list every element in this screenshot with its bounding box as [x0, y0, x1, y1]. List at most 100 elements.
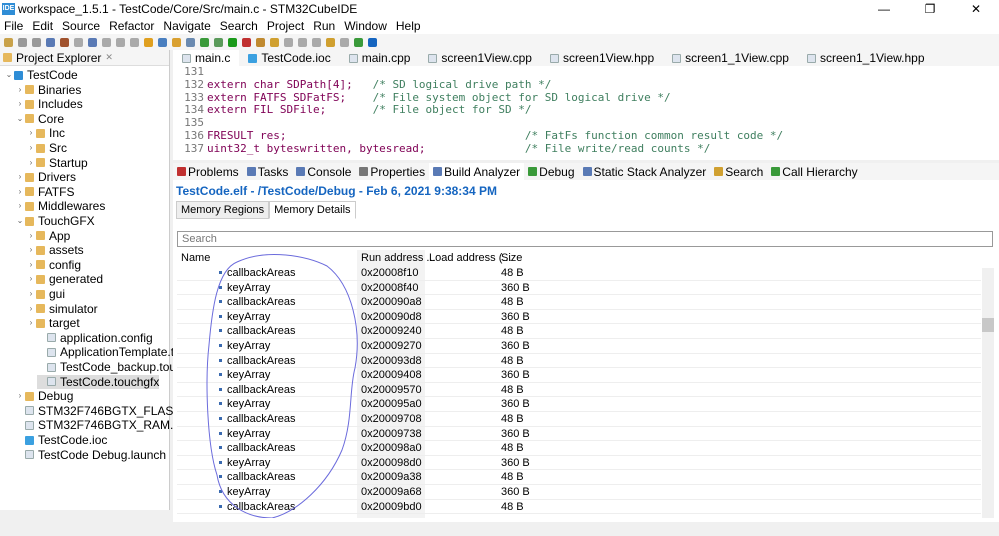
tree-item[interactable]: application.config — [37, 331, 153, 345]
editor-tab[interactable]: screen1_1View.hpp — [798, 50, 934, 66]
tab-properties[interactable]: Properties — [355, 163, 429, 180]
tree-item[interactable]: › assets — [26, 243, 84, 257]
chevron-right-icon[interactable]: › — [15, 199, 25, 213]
toolbar-button-icon[interactable] — [158, 37, 167, 47]
search-input[interactable]: Search — [177, 231, 993, 247]
chevron-right-icon[interactable]: › — [15, 170, 25, 184]
toolbar-button-icon[interactable] — [340, 37, 349, 47]
menu-run[interactable]: Run — [313, 19, 335, 33]
editor-tab[interactable]: screen1View.hpp — [541, 50, 663, 66]
toolbar-button-icon[interactable] — [270, 37, 279, 47]
toolbar-button-icon[interactable] — [102, 37, 111, 47]
editor-tab[interactable]: screen1_1View.cpp — [663, 50, 798, 66]
tree-item[interactable]: › Debug — [15, 389, 74, 403]
tree-item[interactable]: › Middlewares — [15, 199, 106, 213]
menu-navigate[interactable]: Navigate — [163, 19, 210, 33]
toolbar-button-icon[interactable] — [74, 37, 83, 47]
tab-debug[interactable]: Debug — [524, 163, 578, 180]
editor-tab[interactable]: screen1View.cpp — [419, 50, 541, 66]
tree-item[interactable]: › App — [26, 229, 71, 243]
tab-build-analyzer[interactable]: Build Analyzer — [429, 163, 525, 180]
editor-tab[interactable]: main.cpp — [340, 50, 420, 66]
tree-item[interactable]: › Inc — [26, 126, 65, 140]
tree-item[interactable]: STM32F746BGTX_FLASH.ld — [15, 404, 195, 418]
chevron-right-icon[interactable]: › — [15, 97, 25, 111]
chevron-right-icon[interactable]: › — [15, 83, 25, 97]
toolbar-button-icon[interactable] — [214, 37, 223, 47]
tree-item[interactable]: › Startup — [26, 156, 88, 170]
tab-static-stack-analyzer[interactable]: Static Stack Analyzer — [579, 163, 711, 180]
tree-item[interactable]: › gui — [26, 287, 65, 301]
chevron-right-icon[interactable]: › — [26, 126, 36, 140]
tab-console[interactable]: Console — [292, 163, 355, 180]
toolbar-button-icon[interactable] — [116, 37, 125, 47]
toolbar-button-icon[interactable] — [18, 37, 27, 47]
tree-item[interactable]: › config — [26, 258, 81, 272]
chevron-right-icon[interactable]: › — [15, 185, 25, 199]
toolbar-button-icon[interactable] — [298, 37, 307, 47]
chevron-right-icon[interactable]: › — [26, 229, 36, 243]
toolbar-button-icon[interactable] — [130, 37, 139, 47]
minimize-button[interactable]: — — [861, 0, 907, 18]
chevron-right-icon[interactable]: › — [26, 272, 36, 286]
tree-item[interactable]: › target — [26, 316, 80, 330]
menu-edit[interactable]: Edit — [32, 19, 53, 33]
tree-item[interactable]: ⌄ Core — [15, 112, 64, 126]
chevron-right-icon[interactable]: › — [26, 243, 36, 257]
editor-tab[interactable]: TestCode.ioc — [239, 50, 339, 66]
menu-window[interactable]: Window — [344, 19, 387, 33]
table-vertical-scrollbar[interactable] — [982, 268, 994, 518]
menu-source[interactable]: Source — [62, 19, 100, 33]
tree-item[interactable]: › simulator — [26, 302, 98, 316]
chevron-down-icon[interactable]: ⌄ — [15, 112, 25, 126]
toolbar-button-icon[interactable] — [4, 37, 13, 47]
chevron-right-icon[interactable]: › — [26, 156, 36, 170]
chevron-right-icon[interactable]: › — [26, 287, 36, 301]
maximize-button[interactable]: ❐ — [907, 0, 953, 18]
tree-item[interactable]: ⌄ TouchGFX — [15, 214, 95, 228]
tree-item[interactable]: › Includes — [15, 97, 83, 111]
close-view-icon[interactable]: ✕ — [105, 52, 113, 63]
chevron-down-icon[interactable]: ⌄ — [4, 68, 14, 82]
menu-search[interactable]: Search — [220, 19, 258, 33]
toolbar-button-icon[interactable] — [186, 37, 195, 47]
toolbar-button-icon[interactable] — [368, 37, 377, 47]
tree-item[interactable]: ⌄ TestCode — [4, 68, 78, 82]
tree-item[interactable]: TestCode Debug.launch — [15, 448, 166, 462]
toolbar-button-icon[interactable] — [284, 37, 293, 47]
column-header-size[interactable]: Size — [501, 252, 522, 264]
close-button[interactable]: ✕ — [953, 0, 999, 18]
chevron-right-icon[interactable]: › — [15, 389, 25, 403]
toolbar-button-icon[interactable] — [200, 37, 209, 47]
column-header-load-address[interactable]: Load address (... — [429, 252, 512, 264]
toolbar-button-icon[interactable] — [172, 37, 181, 47]
chevron-right-icon[interactable]: › — [26, 302, 36, 316]
tree-item[interactable]: › Src — [26, 141, 67, 155]
tree-item[interactable]: TestCode.ioc — [15, 433, 107, 447]
toolbar-button-icon[interactable] — [46, 37, 55, 47]
toolbar-button-icon[interactable] — [32, 37, 41, 47]
toolbar-button-icon[interactable] — [354, 37, 363, 47]
toolbar-button-icon[interactable] — [144, 37, 153, 47]
toolbar-button-icon[interactable] — [88, 37, 97, 47]
project-explorer-title[interactable]: Project Explorer — [16, 51, 101, 65]
code-editor[interactable]: 131 132 extern char SDPath[4]; /* SD logic… — [173, 66, 999, 160]
tree-item[interactable]: › Binaries — [15, 83, 82, 97]
toolbar-button-icon[interactable] — [312, 37, 321, 47]
tab-memory-regions[interactable]: Memory Regions — [176, 201, 270, 219]
tab-call-hierarchy[interactable]: Call Hierarchy — [767, 163, 861, 180]
toolbar-button-icon[interactable] — [326, 37, 335, 47]
tab-search[interactable]: Search — [710, 163, 767, 180]
toolbar-button-icon[interactable] — [60, 37, 69, 47]
toolbar-button-icon[interactable] — [242, 37, 251, 47]
chevron-right-icon[interactable]: › — [26, 258, 36, 272]
menu-project[interactable]: Project — [267, 19, 304, 33]
tree-item[interactable]: STM32F746BGTX_RAM.ld — [15, 418, 183, 432]
tab-tasks[interactable]: Tasks — [243, 163, 293, 180]
menu-file[interactable]: File — [4, 19, 23, 33]
chevron-down-icon[interactable]: ⌄ — [15, 214, 25, 228]
tree-item[interactable]: › generated — [26, 272, 103, 286]
tree-item[interactable]: › FATFS — [15, 185, 75, 199]
toolbar-button-icon[interactable] — [228, 37, 237, 47]
tree-item[interactable]: › Drivers — [15, 170, 76, 184]
